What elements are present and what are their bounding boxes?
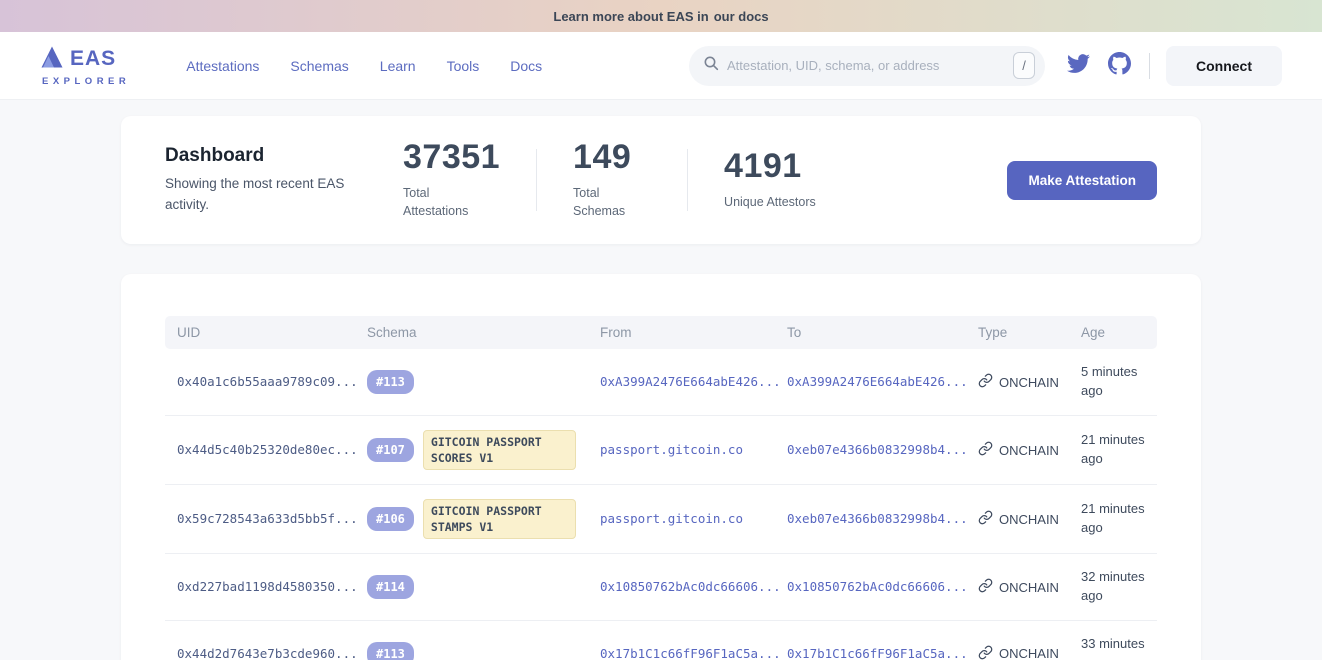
stat-divider [687, 149, 688, 211]
table-header-row: UID Schema From To Type Age [165, 316, 1157, 349]
stat-label: Total Attestations [403, 184, 481, 220]
stat-label: Unique Attestors [724, 193, 816, 211]
search-icon [703, 55, 719, 76]
type-label: ONCHAIN [999, 375, 1059, 390]
schema-name-badge[interactable]: GITCOIN PASSPORT STAMPS V1 [423, 499, 576, 539]
logo-name: EAS [70, 47, 116, 71]
logo-subtitle: EXPLORER [42, 76, 130, 87]
uid-link[interactable]: 0x40a1c6b55aaa9789c09... [177, 374, 358, 389]
announcement-banner: Learn more about EAS in our docs [0, 0, 1322, 32]
column-header-type: Type [966, 316, 1069, 349]
schema-id-badge[interactable]: #113 [367, 642, 414, 660]
schema-id-badge[interactable]: #113 [367, 370, 414, 394]
header-divider [1149, 53, 1150, 79]
connect-button[interactable]: Connect [1166, 46, 1282, 86]
table-row: 0x44d2d7643e7b3cde960... #113 0x17b1C1c6… [165, 621, 1157, 660]
nav-item-docs[interactable]: Docs [510, 58, 542, 74]
schema-id-badge[interactable]: #106 [367, 507, 414, 531]
link-icon [978, 441, 993, 459]
uid-link[interactable]: 0x59c728543a633d5bb5f... [177, 511, 358, 526]
banner-docs-link[interactable]: our docs [714, 9, 769, 24]
page-subtitle: Showing the most recent EAS activity. [165, 174, 365, 215]
nav-item-learn[interactable]: Learn [380, 58, 416, 74]
type-label: ONCHAIN [999, 512, 1059, 527]
from-link[interactable]: passport.gitcoin.co [600, 511, 743, 526]
to-link[interactable]: 0xA399A2476E664abE426... [787, 374, 968, 389]
stat-label: Total Schemas [573, 184, 651, 220]
type-label: ONCHAIN [999, 646, 1059, 660]
type-label: ONCHAIN [999, 580, 1059, 595]
main-nav: Attestations Schemas Learn Tools Docs [186, 58, 542, 74]
stat-unique-attestors: 4191 Unique Attestors [724, 149, 816, 211]
social-links [1067, 52, 1131, 80]
slash-shortcut-badge: / [1013, 52, 1035, 79]
age-label: 5 minutes ago [1081, 363, 1145, 401]
age-label: 21 minutes ago [1081, 500, 1145, 538]
column-header-to: To [775, 316, 966, 349]
github-icon[interactable] [1108, 52, 1131, 80]
table-row: 0xd227bad1198d4580350... #114 0x10850762… [165, 554, 1157, 621]
search-bar[interactable]: / [689, 46, 1045, 86]
from-link[interactable]: 0x17b1C1c66fF96F1aC5a... [600, 646, 781, 660]
age-label: 32 minutes ago [1081, 568, 1145, 606]
from-link[interactable]: 0x10850762bAc0dc66606... [600, 579, 781, 594]
stat-divider [536, 149, 537, 211]
stat-value: 149 [573, 140, 651, 174]
page-title: Dashboard [165, 145, 365, 167]
column-header-schema: Schema [355, 316, 588, 349]
table-row: 0x44d5c40b25320de80ec... #107 GITCOIN PA… [165, 415, 1157, 484]
schema-id-badge[interactable]: #114 [367, 575, 414, 599]
column-header-from: From [588, 316, 775, 349]
table-row: 0x40a1c6b55aaa9789c09... #113 0xA399A247… [165, 349, 1157, 415]
table-row: 0x59c728543a633d5bb5f... #106 GITCOIN PA… [165, 485, 1157, 554]
attestations-table: UID Schema From To Type Age 0x40a1c6b55a… [165, 316, 1157, 660]
to-link[interactable]: 0xeb07e4366b0832998b4... [787, 511, 968, 526]
nav-item-schemas[interactable]: Schemas [290, 58, 348, 74]
schema-name-badge[interactable]: GITCOIN PASSPORT SCORES V1 [423, 430, 576, 470]
from-link[interactable]: passport.gitcoin.co [600, 442, 743, 457]
search-input[interactable] [727, 58, 1013, 73]
uid-link[interactable]: 0x44d5c40b25320de80ec... [177, 442, 358, 457]
link-icon [978, 373, 993, 391]
stat-total-attestations: 37351 Total Attestations [403, 140, 500, 220]
age-label: 33 minutes ago [1081, 635, 1145, 660]
uid-link[interactable]: 0xd227bad1198d4580350... [177, 579, 358, 594]
column-header-uid: UID [165, 316, 355, 349]
column-header-age: Age [1069, 316, 1157, 349]
type-label: ONCHAIN [999, 443, 1059, 458]
link-icon [978, 578, 993, 596]
nav-item-attestations[interactable]: Attestations [186, 58, 259, 74]
twitter-icon[interactable] [1067, 52, 1090, 80]
logo-triangle-icon [40, 45, 64, 74]
from-link[interactable]: 0xA399A2476E664abE426... [600, 374, 781, 389]
schema-id-badge[interactable]: #107 [367, 438, 414, 462]
link-icon [978, 510, 993, 528]
eas-logo[interactable]: EAS EXPLORER [40, 45, 130, 87]
dashboard-card: Dashboard Showing the most recent EAS ac… [121, 116, 1201, 244]
stat-value: 37351 [403, 140, 500, 174]
age-label: 21 minutes ago [1081, 431, 1145, 469]
app-header: EAS EXPLORER Attestations Schemas Learn … [0, 32, 1322, 100]
link-icon [978, 645, 993, 660]
nav-item-tools[interactable]: Tools [447, 58, 480, 74]
stat-value: 4191 [724, 149, 816, 183]
banner-text: Learn more about EAS in [553, 9, 708, 24]
make-attestation-button[interactable]: Make Attestation [1007, 161, 1157, 200]
attestations-table-card: UID Schema From To Type Age 0x40a1c6b55a… [121, 274, 1201, 660]
to-link[interactable]: 0xeb07e4366b0832998b4... [787, 442, 968, 457]
uid-link[interactable]: 0x44d2d7643e7b3cde960... [177, 646, 358, 660]
to-link[interactable]: 0x10850762bAc0dc66606... [787, 579, 968, 594]
to-link[interactable]: 0x17b1C1c66fF96F1aC5a... [787, 646, 968, 660]
stat-total-schemas: 149 Total Schemas [573, 140, 651, 220]
stats-group: 37351 Total Attestations 149 Total Schem… [403, 140, 816, 220]
